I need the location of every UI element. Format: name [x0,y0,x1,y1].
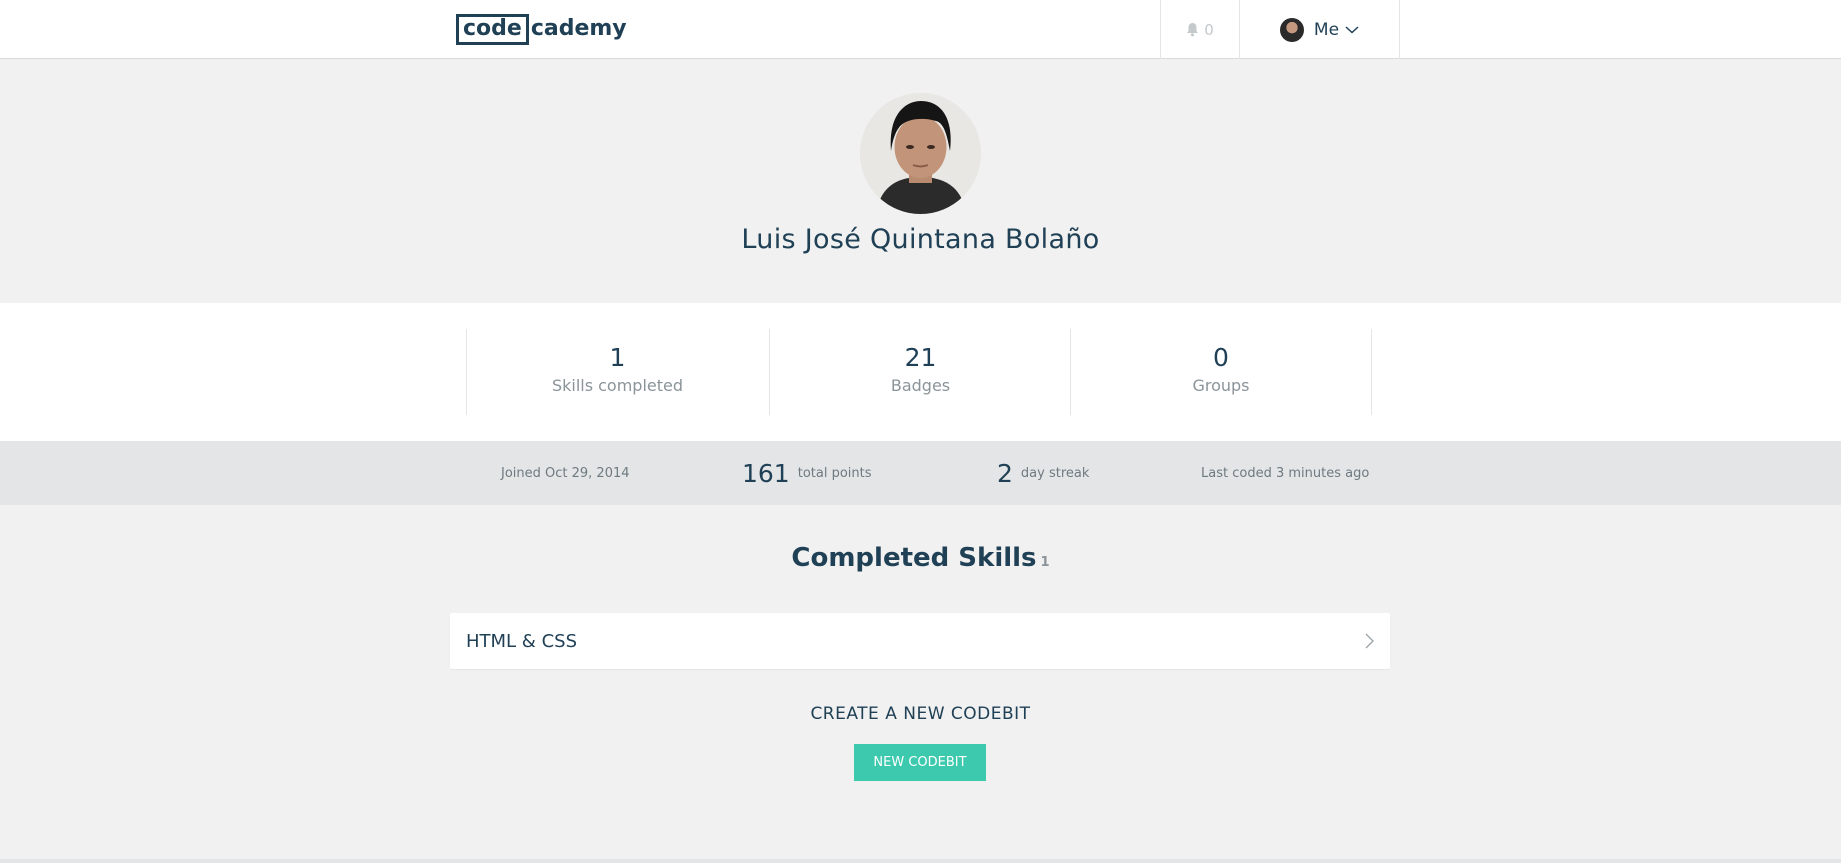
day-streak: 2 day streak [997,441,1089,505]
profile-name: Luis José Quintana Bolaño [741,224,1100,255]
stat-groups[interactable]: 0 Groups [1070,329,1372,415]
joined-text: Joined Oct 29, 2014 [501,465,630,481]
profile-meta-band: Joined Oct 29, 2014 161 total points 2 d… [0,441,1841,505]
joined-date: Joined Oct 29, 2014 [501,441,630,505]
completed-skills-count: 1 [1040,555,1050,570]
stat-label: Skills completed [551,376,684,395]
stat-label: Groups [1192,376,1250,395]
profile-photo-icon [860,93,981,214]
total-points-value: 161 [742,458,790,488]
chevron-right-icon [1365,633,1374,649]
stat-value: 0 [1213,343,1229,372]
logo-cademy-text: cademy [530,16,627,41]
list-item[interactable]: HTML & CSS [450,613,1390,669]
notifications-button[interactable]: 0 [1160,0,1240,59]
day-streak-value: 2 [997,458,1013,488]
stat-skills-completed[interactable]: 1 Skills completed [466,329,768,415]
footer-divider [0,859,1841,863]
notification-count: 0 [1204,20,1214,39]
bell-icon [1187,23,1199,37]
me-label: Me [1313,19,1340,40]
chevron-down-icon [1345,25,1359,34]
stat-label: Badges [890,376,951,395]
completed-skills-heading: Completed Skills [791,543,1037,573]
codecademy-logo[interactable]: code cademy [456,13,627,45]
stat-value: 21 [904,343,937,372]
stat-badges[interactable]: 21 Badges [769,329,1071,415]
stats-band: 1 Skills completed 21 Badges 0 Groups [0,303,1841,441]
stat-value: 1 [609,343,626,372]
skill-name: HTML & CSS [466,630,577,652]
top-navigation-bar: code cademy 0 Me [0,0,1841,59]
last-coded-text: Last coded 3 minutes ago [1201,465,1370,481]
logo-code-text: code [456,13,529,45]
completed-skills-title: Completed Skills 1 [0,543,1841,573]
new-codebit-button[interactable]: NEW CODEBIT [854,744,986,781]
total-points: 161 total points [742,441,872,505]
profile-avatar [860,93,981,214]
last-coded: Last coded 3 minutes ago [1201,441,1369,505]
create-codebit-title: CREATE A NEW CODEBIT [810,704,1031,724]
me-menu-button[interactable]: Me [1240,0,1400,59]
day-streak-label: day streak [1020,465,1090,481]
total-points-label: total points [797,465,872,481]
avatar [1279,17,1304,42]
